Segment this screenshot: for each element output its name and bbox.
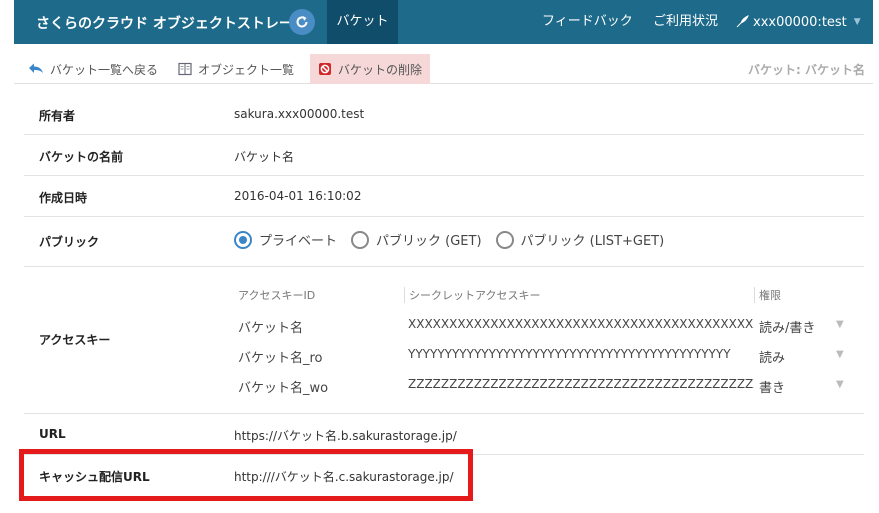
header-access-key-id: アクセスキーID	[238, 289, 316, 302]
radio-public-get-label[interactable]: パブリック (GET)	[376, 230, 482, 249]
top-nav-bar: さくらのクラウド オブジェクトストレージ： バケット フィードバック ご利用状況…	[14, 0, 873, 44]
owner-row: 所有者 sakura.xxx00000.test	[24, 94, 864, 135]
page-title: バケット: バケット名	[748, 63, 865, 77]
created-row: 作成日時 2016-04-01 16:10:02	[24, 176, 864, 217]
objects-label: オブジェクト一覧	[198, 62, 295, 77]
header-secret-key: シークレットアクセスキー	[404, 287, 540, 303]
url-label: URL	[39, 427, 66, 441]
secret-key: YYYYYYYYYYYYYYYYYYYYYYYYYYYYYYYYYYYYYYYY…	[408, 347, 731, 361]
url-value: https://バケット名.b.sakurastorage.jp/	[234, 429, 457, 443]
nav-usage[interactable]: ご利用状況	[653, 0, 718, 44]
book-icon	[178, 62, 192, 76]
user-name: xxx00000:test	[753, 14, 847, 30]
access-key-id: バケット名_ro	[238, 351, 323, 366]
owner-label: 所有者	[39, 109, 76, 123]
access-key-id: バケット名	[238, 321, 304, 336]
permission-value[interactable]: 読み/書き	[759, 317, 815, 336]
back-arrow-icon	[29, 63, 43, 73]
header-permission: 権限	[754, 287, 781, 303]
nav-feedback[interactable]: フィードバック	[542, 0, 633, 44]
created-label: 作成日時	[39, 191, 88, 205]
chevron-down-icon[interactable]: ▼	[836, 319, 844, 330]
access-key-row: アクセスキー アクセスキーID シークレットアクセスキー 権限 バケット名 XX…	[24, 267, 864, 414]
access-key-id: バケット名_wo	[238, 381, 329, 396]
bucket-name-value: バケット名	[234, 150, 295, 164]
public-radio-group: プライベート パブリック (GET) パブリック (LIST+GET)	[234, 230, 674, 249]
public-label: パブリック	[39, 235, 100, 249]
owner-value: sakura.xxx00000.test	[234, 107, 365, 121]
refresh-icon[interactable]	[289, 9, 315, 35]
back-label: バケット一覧へ戻る	[50, 62, 159, 77]
secret-key: XXXXXXXXXXXXXXXXXXXXXXXXXXXXXXXXXXXXXXXX…	[408, 317, 754, 331]
chevron-down-icon[interactable]: ▼	[836, 379, 844, 390]
back-to-buckets-button[interactable]: バケット一覧へ戻る	[28, 54, 158, 84]
chevron-down-icon[interactable]: ▼	[836, 349, 844, 360]
permission-value[interactable]: 書き	[759, 377, 785, 396]
access-key-label: アクセスキー	[39, 333, 111, 347]
feather-icon	[736, 15, 749, 28]
permission-value[interactable]: 読み	[759, 347, 785, 366]
bucket-name-label: バケットの名前	[39, 150, 124, 164]
access-key-entry: バケット名_ro YYYYYYYYYYYYYYYYYYYYYYYYYYYYYYY…	[238, 340, 858, 370]
chevron-down-icon: ▼	[853, 17, 861, 27]
radio-public-list-get[interactable]	[495, 230, 514, 249]
secret-key: ZZZZZZZZZZZZZZZZZZZZZZZZZZZZZZZZZZZZZZZZ…	[408, 377, 754, 391]
user-menu[interactable]: xxx00000:test ▼	[735, 0, 861, 44]
radio-public-list-get-label[interactable]: パブリック (LIST+GET)	[521, 230, 665, 249]
delete-label: バケットの削除	[338, 62, 423, 77]
highlight-box	[19, 449, 473, 501]
created-value: 2016-04-01 16:10:02	[234, 189, 362, 203]
bucket-name-row: バケットの名前 バケット名	[24, 135, 864, 176]
app-title: さくらのクラウド オブジェクトストレージ：	[36, 16, 321, 32]
radio-private-label[interactable]: プライベート	[259, 230, 337, 249]
delete-bucket-button[interactable]: バケットの削除	[310, 54, 431, 84]
object-list-button[interactable]: オブジェクト一覧	[178, 54, 294, 84]
nav-bucket[interactable]: バケット	[327, 0, 398, 44]
delete-icon	[319, 63, 331, 75]
radio-private[interactable]	[234, 230, 252, 249]
access-key-entry: バケット名 XXXXXXXXXXXXXXXXXXXXXXXXXXXXXXXXXX…	[238, 310, 858, 340]
toolbar: バケット一覧へ戻る オブジェクト一覧 バケットの削除 バケット: バケット名	[14, 52, 873, 84]
access-key-entry: バケット名_wo ZZZZZZZZZZZZZZZZZZZZZZZZZZZZZZZ…	[238, 370, 858, 400]
public-row: パブリック プライベート パブリック (GET) パブリック (LIST+GET…	[24, 217, 864, 267]
radio-public-get[interactable]	[351, 230, 370, 249]
